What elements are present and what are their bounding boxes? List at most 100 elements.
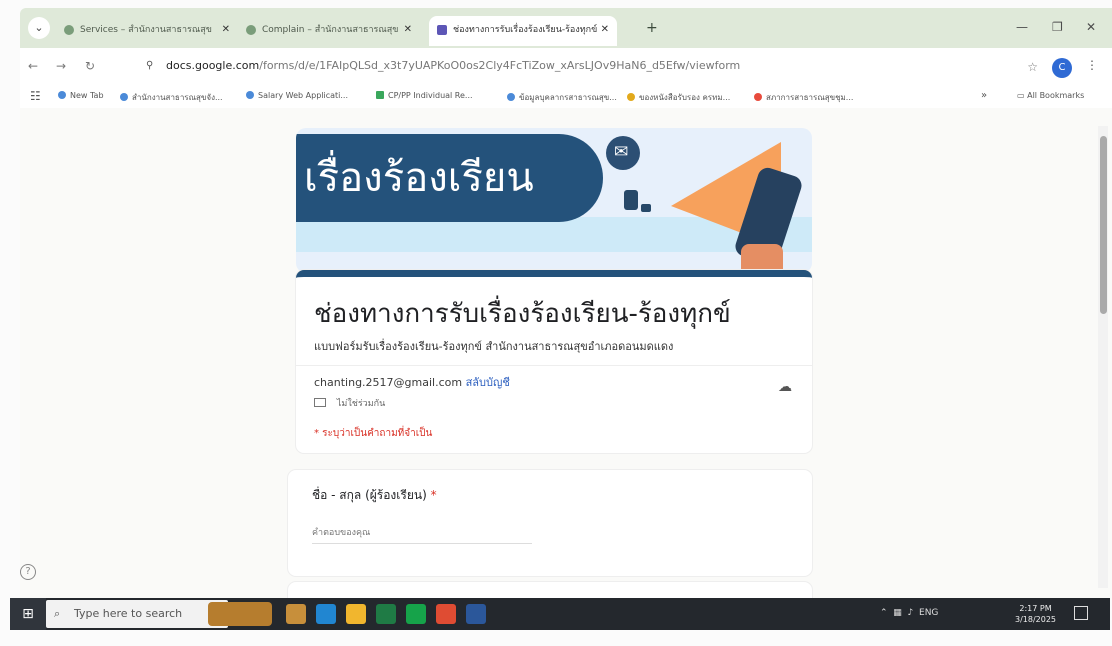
decoration-icon: [641, 204, 651, 212]
new-tab-button[interactable]: +: [646, 20, 658, 36]
bookmark-salary[interactable]: Salary Web Applicati...: [246, 91, 348, 100]
globe-icon: [246, 91, 254, 99]
bookmark-label: สภาการสาธารณสุขชุม...: [766, 93, 854, 102]
google-icon: [754, 93, 762, 101]
question-card-name: ชื่อ - สกุล (ผู้ร้องเรียน) *: [288, 470, 812, 576]
address-bar-area: ← → ↻ ⚲ docs.google.com/forms/d/e/1FAIpQ…: [20, 48, 1112, 86]
form-page: เรื่องร้องเรียน ช่องทางการรับเรื่องร้องเ…: [20, 108, 1112, 600]
site-icon: [627, 93, 635, 101]
tab-search-icon[interactable]: ⌄: [28, 17, 50, 39]
not-shared-icon: [314, 398, 326, 407]
clock-date: 3/18/2025: [1015, 615, 1057, 624]
question-label: ชื่อ - สกุล (ผู้ร้องเรียน) *: [312, 486, 437, 505]
language-indicator[interactable]: ENG: [919, 608, 938, 618]
word-icon[interactable]: [466, 604, 486, 624]
tab-strip: ⌄ Services – สำนักงานสาธารณสุข ✕ Complai…: [20, 8, 1112, 48]
folder-icon: ▭: [1017, 91, 1028, 100]
name-answer-input[interactable]: [312, 522, 532, 544]
taskbar-clock[interactable]: 2:17 PM 3/18/2025: [1015, 603, 1056, 625]
restore-icon[interactable]: ❐: [1052, 20, 1063, 34]
taskbar-search[interactable]: ⌕ Type here to search: [46, 600, 228, 628]
tab-active-form[interactable]: ช่องทางการรับเรื่องร้องเรียน-ร้องทุกข์ ✕: [429, 16, 617, 46]
required-asterisk: *: [430, 488, 437, 502]
screen: ⌄ Services – สำนักงานสาธารณสุข ✕ Complai…: [0, 0, 1112, 646]
apps-grid-icon[interactable]: ☷: [30, 89, 41, 103]
form-description: แบบฟอร์มรับเรื่องร้องเรียน-ร้องทุกข์ สำน…: [314, 340, 674, 353]
bookmark-label: CP/PP Individual Re...: [388, 91, 473, 100]
site-icon: [507, 93, 515, 101]
bookmark-council[interactable]: สภาการสาธารณสุขชุม...: [754, 91, 853, 104]
account-email: chanting.2517@gmail.com: [314, 376, 463, 389]
bookmark-cp-pp[interactable]: CP/PP Individual Re...: [376, 91, 473, 100]
bookmark-books[interactable]: ของหนังสือรับรอง ครทม...: [627, 91, 730, 104]
megaphone-handle: [741, 244, 783, 273]
help-icon[interactable]: ?: [20, 564, 36, 580]
favicon-icon: [246, 25, 256, 35]
close-window-icon[interactable]: ✕: [1086, 20, 1096, 34]
minimize-icon[interactable]: —: [1016, 20, 1028, 34]
bookmark-label: New Tab: [70, 91, 104, 100]
banner-title: เรื่องร้องเรียน: [304, 155, 534, 201]
site-info-icon[interactable]: ⚲: [146, 60, 153, 71]
url-path: /forms/d/e/1FAIpQLSd_x3t7yUAPKoO0os2Cly4…: [259, 59, 741, 72]
chevron-more-icon[interactable]: »: [981, 90, 987, 101]
search-icon: ⌕: [54, 607, 61, 620]
back-icon[interactable]: ←: [28, 59, 38, 73]
bookmark-data[interactable]: ข้อมูลบุคลากรสาธารณสุข...: [507, 91, 617, 104]
chrome-icon[interactable]: [436, 604, 456, 624]
file-explorer-icon[interactable]: [346, 604, 366, 624]
bookmark-label: ข้อมูลบุคลากรสาธารณสุข...: [519, 93, 617, 102]
divider: [296, 365, 812, 366]
question-title: ชื่อ - สกุล (ผู้ร้องเรียน): [312, 488, 427, 502]
taskbar-widget-icon[interactable]: [208, 602, 272, 626]
all-bookmarks-button[interactable]: ▭ All Bookmarks: [1017, 91, 1084, 100]
tab-label: ช่องทางการรับเรื่องร้องเรียน-ร้องทุกข์: [453, 25, 598, 35]
edge-icon[interactable]: [316, 604, 336, 624]
not-shared-label: ไม่ใช่ร่วมกัน: [336, 399, 386, 409]
forward-icon[interactable]: →: [56, 59, 66, 73]
banner-title-pill: เรื่องร้องเรียน: [296, 134, 603, 222]
bookmark-label: Salary Web Applicati...: [258, 91, 349, 100]
bookmark-new-tab[interactable]: New Tab: [58, 91, 104, 100]
system-tray[interactable]: ⌃ ▦ ♪ ENG: [880, 608, 938, 618]
favicon-icon: [64, 25, 74, 35]
close-icon[interactable]: ✕: [404, 16, 412, 44]
tab-services[interactable]: Services – สำนักงานสาธารณสุข ✕: [56, 16, 238, 46]
line-icon[interactable]: [406, 604, 426, 624]
not-shared-note: ไม่ใช่ร่วมกัน: [314, 396, 385, 410]
reload-icon[interactable]: ↻: [85, 59, 95, 73]
bookmark-label: สำนักงานสาธารณสุขจัง...: [132, 93, 223, 102]
windows-taskbar: ⊞ ⌕ Type here to search ⌃ ▦ ♪ ENG 2:17 P…: [10, 598, 1110, 630]
network-icon[interactable]: ▦: [893, 608, 902, 618]
tab-complain[interactable]: Complain – สำนักงานสาธารณสุข ✕: [238, 16, 420, 46]
clock-time: 2:17 PM: [1019, 604, 1052, 613]
tray-chevron-icon[interactable]: ⌃: [880, 608, 888, 618]
cloud-save-icon: ☁: [778, 379, 792, 395]
close-icon[interactable]: ✕: [601, 16, 609, 44]
notification-icon[interactable]: [1074, 606, 1088, 620]
volume-icon[interactable]: ♪: [908, 608, 914, 618]
taskbar-search-label: Type here to search: [74, 607, 183, 620]
close-icon[interactable]: ✕: [222, 16, 230, 44]
url-host: docs.google.com: [166, 59, 260, 72]
site-icon: [120, 93, 128, 101]
tab-label: Complain – สำนักงานสาธารณสุข: [262, 25, 399, 35]
switch-account-link[interactable]: สลับบัญชี: [466, 376, 510, 389]
scrollbar-thumb[interactable]: [1100, 136, 1107, 314]
bookmarks-bar: ☷ New Tab สำนักงานสาธารณสุขจัง... Salary…: [20, 86, 1112, 108]
form-title: ช่องทางการรับเรื่องร้องเรียน-ร้องทุกข์: [314, 299, 731, 329]
excel-icon[interactable]: [376, 604, 396, 624]
form-header-card: ช่องทางการรับเรื่องร้องเรียน-ร้องทุกข์ แ…: [296, 270, 812, 453]
account-line: chanting.2517@gmail.com สลับบัญชี: [314, 373, 510, 391]
windows-start-icon[interactable]: ⊞: [10, 598, 46, 630]
form-banner: เรื่องร้องเรียน: [296, 128, 812, 273]
bookmark-label: ของหนังสือรับรอง ครทม...: [639, 93, 731, 102]
sheet-icon: [376, 91, 384, 99]
profile-avatar[interactable]: C: [1052, 58, 1072, 78]
bookmark-office[interactable]: สำนักงานสาธารณสุขจัง...: [120, 91, 223, 104]
url-field[interactable]: ⚲ docs.google.com/forms/d/e/1FAIpQLSd_x3…: [134, 54, 1049, 80]
more-menu-icon[interactable]: ⋮: [1086, 58, 1098, 72]
taskbar-app-icon[interactable]: [286, 604, 306, 624]
bookmark-star-icon[interactable]: ☆: [1027, 60, 1038, 74]
required-note: * ระบุว่าเป็นคำถามที่จำเป็น: [314, 428, 433, 439]
